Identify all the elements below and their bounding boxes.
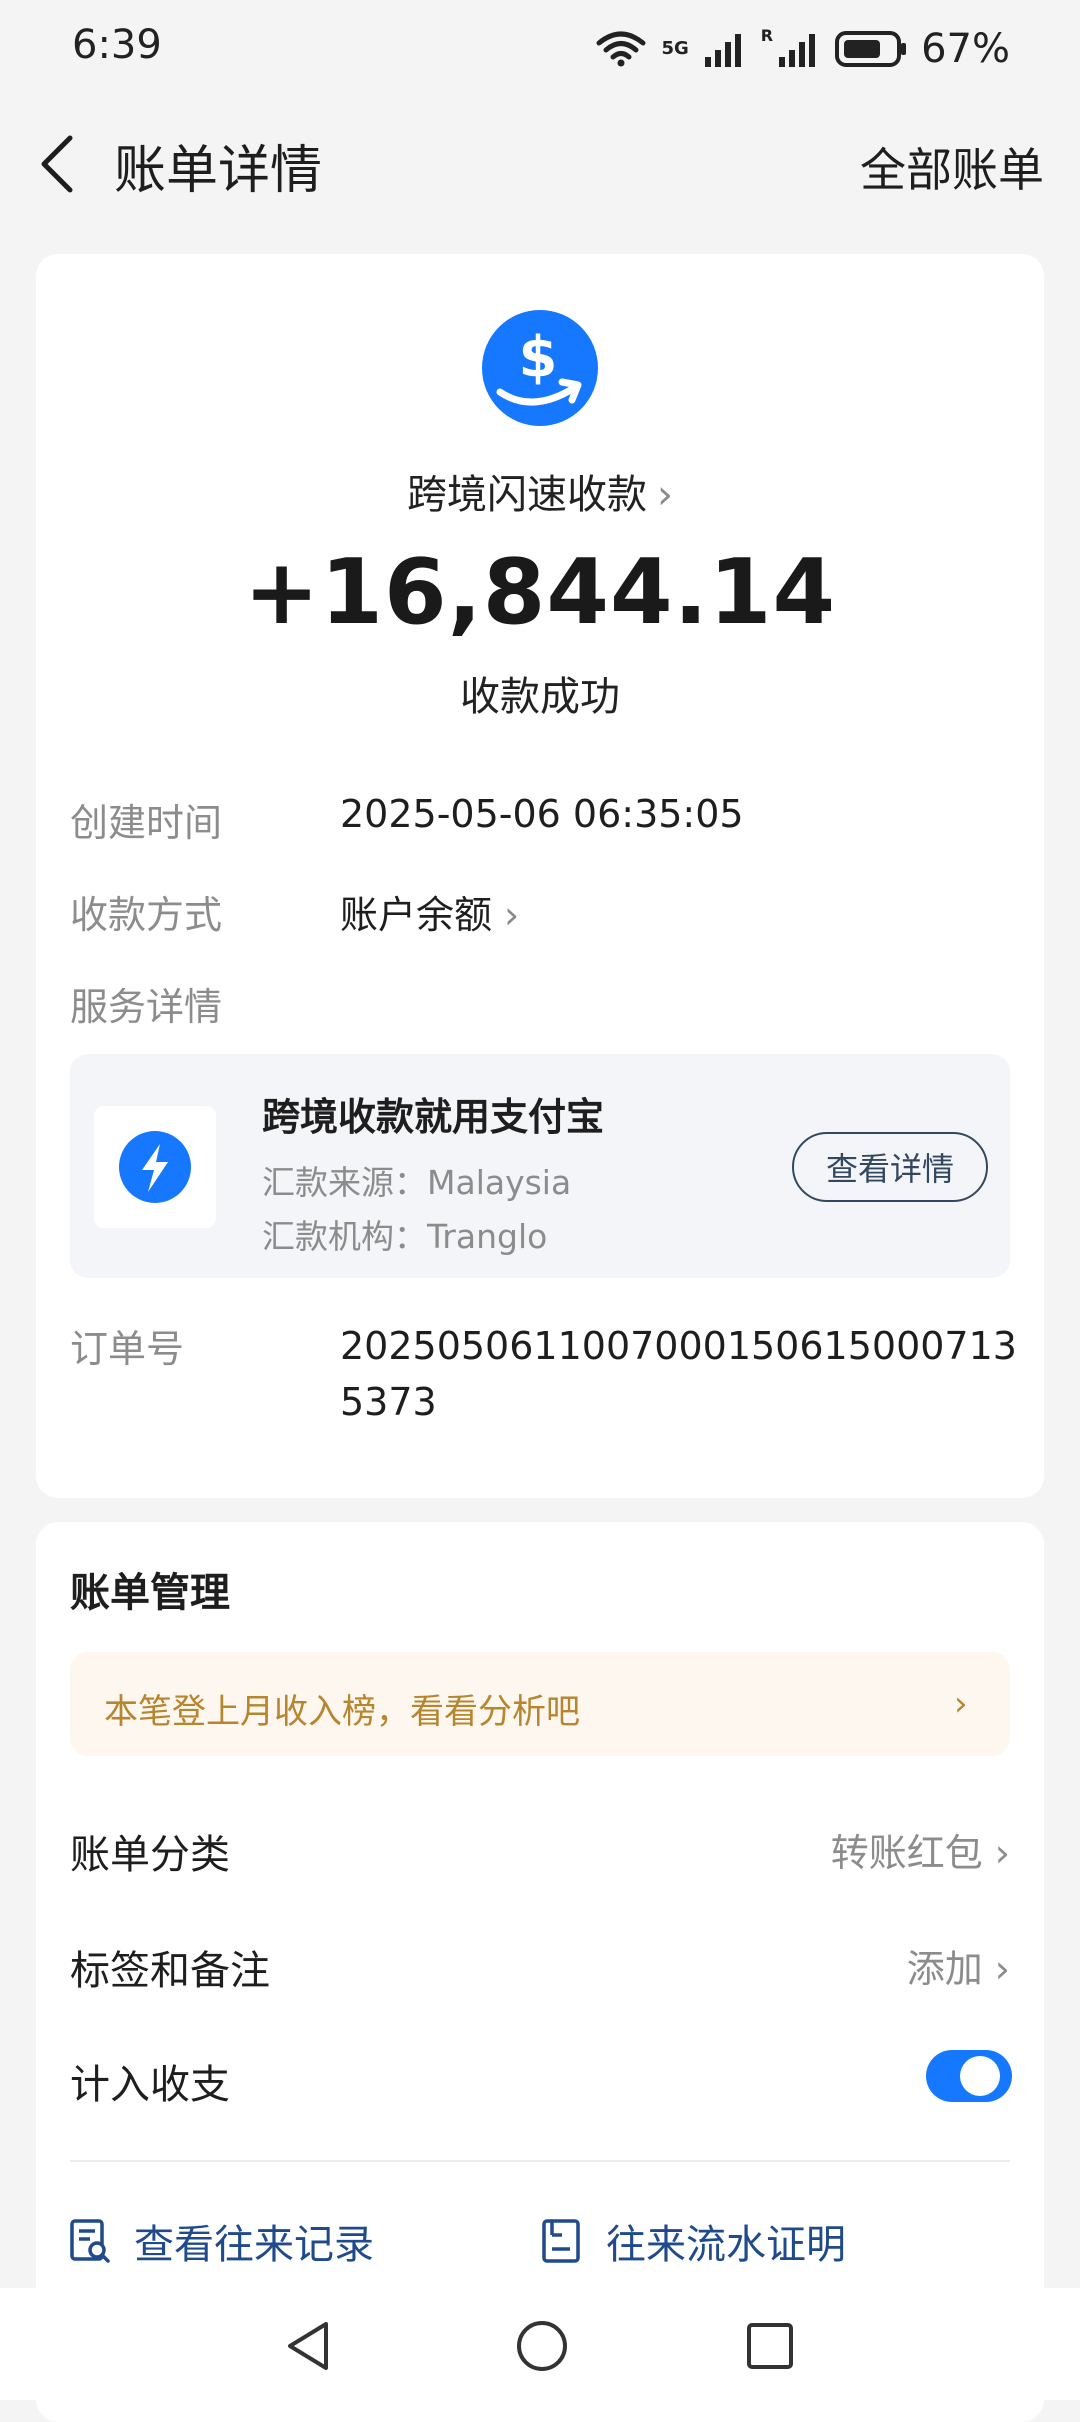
merchant-name-link[interactable]: 跨境闪速收款 › <box>0 462 1080 520</box>
circle-home-icon <box>517 2321 567 2371</box>
chevron-right-icon: › <box>994 1831 1010 1875</box>
bill-management-title: 账单管理 <box>70 1570 230 1616</box>
page-title: 账单详情 <box>114 141 323 201</box>
square-recent-icon <box>747 2323 793 2369</box>
nav-home-button[interactable] <box>514 2318 570 2378</box>
records-search-icon <box>70 2219 110 2263</box>
service-icon-box <box>94 1106 216 1228</box>
network-type: 5G <box>661 38 689 59</box>
signal-icon-2 <box>779 34 816 67</box>
toggle-knob <box>960 2056 1000 2096</box>
nav-back-button[interactable] <box>282 2318 334 2378</box>
notice-text: 本笔登上月收入榜，看看分析吧 <box>104 1692 580 1732</box>
status-icons: 5G R 67% <box>595 26 1010 72</box>
created-time-value: 2025-05-06 06:35:05 <box>340 792 744 836</box>
status-time: 6:39 <box>72 22 162 68</box>
view-records-link[interactable]: 查看往来记录 <box>68 2212 374 2270</box>
created-time-label: 创建时间 <box>70 801 223 845</box>
tags-notes-value: 添加 <box>906 1947 983 1991</box>
bill-category-value: 转账红包 <box>830 1831 983 1875</box>
wifi-icon <box>596 31 646 67</box>
svg-text:$: $ <box>519 325 558 390</box>
order-number-label: 订单号 <box>70 1327 185 1371</box>
battery-icon <box>835 31 907 67</box>
merchant-name: 跨境闪速收款 <box>407 472 647 518</box>
all-bills-link[interactable]: 全部账单 <box>860 134 1044 200</box>
nav-recent-button[interactable] <box>744 2320 796 2376</box>
view-records-text: 查看往来记录 <box>134 2222 374 2268</box>
back-arrow-icon <box>41 135 73 193</box>
statement-proof-text: 往来流水证明 <box>606 2222 846 2268</box>
transaction-status: 收款成功 <box>460 674 620 720</box>
tags-notes-add[interactable]: 添加 › <box>907 1938 1010 1993</box>
remit-institution: 汇款机构：Tranglo <box>262 1217 548 1256</box>
bill-category-label: 账单分类 <box>70 1832 230 1878</box>
battery-level: 67% <box>921 26 1010 72</box>
signal-icon-1 <box>704 34 741 67</box>
chevron-right-icon: › <box>994 1947 1010 1991</box>
roaming-indicator: R <box>760 26 774 45</box>
remit-source: 汇款来源：Malaysia <box>262 1163 572 1202</box>
transaction-amount: +16,844.14 <box>243 540 837 645</box>
order-number-value: 20250506110070001506150007135373 <box>340 1324 1017 1424</box>
service-detail-label: 服务详情 <box>70 985 223 1029</box>
statement-proof-link[interactable]: 往来流水证明 <box>540 2212 846 2270</box>
payment-method-label: 收款方式 <box>70 893 223 937</box>
document-proof-icon <box>542 2219 580 2263</box>
tags-notes-label: 标签和备注 <box>70 1948 270 1994</box>
view-details-button[interactable]: 查看详情 <box>792 1132 988 1202</box>
payment-method-link[interactable]: 账户余额 › <box>340 884 519 939</box>
chevron-right-icon: › <box>657 472 673 518</box>
lightning-icon <box>119 1131 191 1203</box>
service-title: 跨境收款就用支付宝 <box>262 1095 605 1139</box>
divider <box>70 2160 1010 2162</box>
bill-category-selector[interactable]: 转账红包 › <box>831 1822 1010 1877</box>
chevron-right-icon: › <box>954 1684 968 1724</box>
payment-method-value: 账户余额 <box>340 893 493 937</box>
back-button[interactable] <box>34 132 84 196</box>
merchant-logo: $ <box>482 310 598 426</box>
chevron-right-icon: › <box>504 893 520 937</box>
dollar-transfer-icon: $ <box>482 310 598 426</box>
include-income-label: 计入收支 <box>70 2062 230 2108</box>
triangle-back-icon <box>288 2322 328 2370</box>
bill-detail-card <box>36 254 1044 1498</box>
